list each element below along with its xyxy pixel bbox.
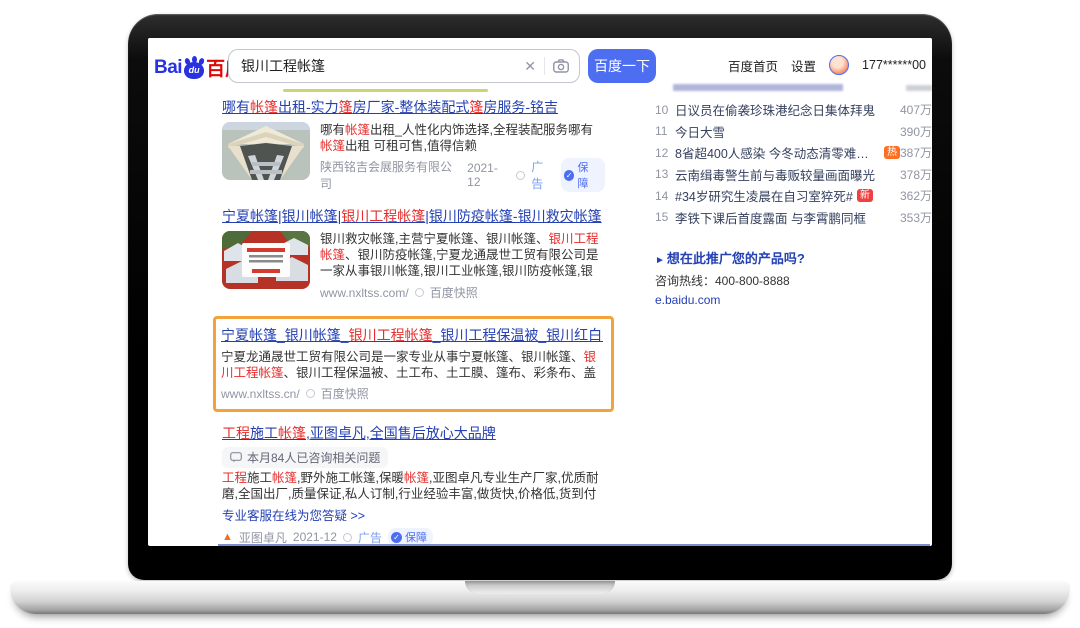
check-icon: ✓ [391,532,402,543]
result-thumbnail-red-tents[interactable] [222,231,310,289]
clear-icon[interactable]: ✕ [520,58,544,75]
laptop-lid-notch [465,581,615,594]
result-title-link[interactable]: 哪有帐篷出租-实力篷房厂家-整体装配式篷房服务-铭吉 [222,98,605,117]
results-column: 哪有帐篷出租-实力篷房厂家-整体装配式篷房服务-铭吉 [222,98,605,546]
baidu-paw-icon: du [183,57,205,79]
header-links: 百度首页 设置 177******00 [728,55,926,75]
favicon-triangle-icon: ▲ [222,531,233,543]
hot-title: 日议员在偷袭珍珠港纪念日集体拜鬼 [675,100,875,119]
eval-circle-icon[interactable] [516,171,525,180]
result-source-row: www.nxltss.com/ 百度快照 [320,284,605,301]
result-source-row: 陕西铭吉会展服务有限公司 2021-12 广告 ✓ 保障 [320,158,605,192]
promo-arrow-icon: ► [655,255,665,266]
cta-link[interactable]: 专业客服在线为您答疑 >> [222,505,605,524]
result-source: 亚图卓凡 [239,529,287,546]
ad-label: 广告 [531,158,555,192]
hot-rank: 13 [655,167,675,181]
account-id: 177******00 [862,58,926,72]
hot-item-11[interactable]: 11 今日大雪 390万 [655,121,932,143]
result-url: www.nxltss.cn/ [221,387,300,401]
clipped-element-top [283,89,488,92]
check-icon: ✓ [564,170,575,181]
result-source: 陕西铭吉会展服务有限公司 [320,158,461,192]
hot-rank: 12 [655,146,675,160]
hot-title: 8省超400人感染 今冬动态清零难度大 [675,143,880,162]
promo-site-link[interactable]: e.baidu.com [655,293,932,307]
home-link[interactable]: 百度首页 [728,56,778,75]
baidu-header: Bai du 百度 ✕ 百度一下 [148,38,932,88]
result-date: 2021-12 [293,530,337,544]
hot-item-clipped [655,82,932,91]
settings-link[interactable]: 设置 [791,56,816,75]
eval-circle-icon[interactable] [306,389,315,398]
hot-rank: 15 [655,210,675,224]
hot-title: 李铁下课后首度露面 与李霄鹏同框 [675,208,866,227]
result-title-link[interactable]: 工程施工帐篷,亚图卓凡,全国售后放心大品牌 [222,424,605,443]
result-thumbnail-tent-interior[interactable] [222,122,310,180]
hot-count: 353万 [900,209,932,226]
hot-title: 今日大雪 [675,122,725,141]
snapshot-link[interactable]: 百度快照 [321,385,369,402]
result-description: 工程施工帐篷,野外施工帐篷,保暖帐篷,亚图卓凡专业生产厂家,优质耐磨,全国出厂,… [222,470,605,502]
consult-pill[interactable]: 本月84人已咨询相关问题 [222,447,388,468]
hot-title: 云南缉毒警生前与毒贩较量画面曝光 [675,165,875,184]
logo-text-bai: Bai [154,57,182,79]
clipped-element-bottom [218,544,930,546]
result-title-link[interactable]: 宁夏帐篷_银川帐篷_银川工程帐篷_银川工程保温被_银川红白... [221,326,603,345]
search-result-3: 宁夏帐篷_银川帐篷_银川工程帐篷_银川工程保温被_银川红白... 宁夏龙通晟世工… [221,326,603,402]
hot-item-14[interactable]: 14 #34岁研究生凌晨在自习室猝死# 新 362万 [655,185,932,207]
eval-circle-icon[interactable] [415,288,424,297]
search-result-2: 宁夏帐篷|银川帐篷|银川工程帐篷|银川防疫帐篷-银川救灾帐篷 [222,207,605,301]
hot-item-10[interactable]: 10 日议员在偷袭珍珠港纪念日集体拜鬼 407万 [655,99,932,121]
hot-count: 390万 [900,123,932,140]
hot-count: 407万 [900,101,932,118]
hot-rank: 10 [655,103,675,117]
promo-block: ►想在此推广您的产品吗? 咨询热线：400-800-8888 e.baidu.c… [655,248,932,307]
snapshot-link[interactable]: 百度快照 [430,284,478,301]
hot-search-sidebar: 10 日议员在偷袭珍珠港纪念日集体拜鬼 407万 11 今日大雪 390万 12… [655,82,932,307]
chat-icon [230,452,242,463]
avatar[interactable] [829,55,849,75]
search-result-1: 哪有帐篷出租-实力篷房厂家-整体装配式篷房服务-铭吉 [222,98,605,192]
result-description: 银川救灾帐篷,主营宁夏帐篷、银川帐篷、银川工程帐篷、银川防疫帐篷,宁夏龙通晟世工… [320,231,605,280]
highlight-annotation-box: 宁夏帐篷_银川帐篷_银川工程帐篷_银川工程保温被_银川红白... 宁夏龙通晟世工… [213,316,614,412]
hot-badge-icon: 热 [884,146,900,159]
promo-headline[interactable]: ►想在此推广您的产品吗? [655,248,932,267]
hot-item-13[interactable]: 13 云南缉毒警生前与毒贩较量画面曝光 378万 [655,164,932,186]
search-box: ✕ [228,49,580,83]
eval-circle-icon[interactable] [343,533,352,542]
hot-item-15[interactable]: 15 李铁下课后首度露面 与李霄鹏同框 353万 [655,207,932,229]
page: Bai du 百度 ✕ 百度一下 [0,0,1080,628]
hot-item-12[interactable]: 12 8省超400人感染 今冬动态清零难度大 热 387万 [655,142,932,164]
result-description: 哪有帐篷出租_人性化内饰选择,全程装配服务哪有帐篷出租 可租可售,值得信赖 [320,122,605,154]
search-result-4: 工程施工帐篷,亚图卓凡,全国售后放心大品牌 本月84人已咨询相关问题 工程施工帐… [222,424,605,546]
result-title-link[interactable]: 宁夏帐篷|银川帐篷|银川工程帐篷|银川防疫帐篷-银川救灾帐篷 [222,207,605,226]
camera-icon[interactable] [545,59,579,73]
result-date: 2021-12 [467,161,510,189]
hot-rank: 11 [655,124,675,138]
result-description: 宁夏龙通晟世工贸有限公司是一家专业从事宁夏帐篷、银川帐篷、银川工程帐篷、银川工程… [221,349,603,381]
promo-hotline: 咨询热线：400-800-8888 [655,272,932,289]
ad-label: 广告 [358,529,382,546]
logo-text-du: du [183,65,205,75]
hot-count: 362万 [900,187,932,204]
result-url: www.nxltss.com/ [320,286,409,300]
search-input[interactable] [229,58,520,74]
hot-count: 378万 [900,166,932,183]
hot-count: 387万 [900,144,932,161]
browser-screen: Bai du 百度 ✕ 百度一下 [148,38,932,546]
new-badge-icon: 新 [857,189,873,202]
hot-title: #34岁研究生凌晨在自习室猝死# [675,186,853,205]
hot-rank: 14 [655,189,675,203]
guarantee-badge[interactable]: ✓ 保障 [561,158,605,192]
result-source-row: www.nxltss.cn/ 百度快照 [221,385,603,402]
search-button[interactable]: 百度一下 [588,49,656,83]
